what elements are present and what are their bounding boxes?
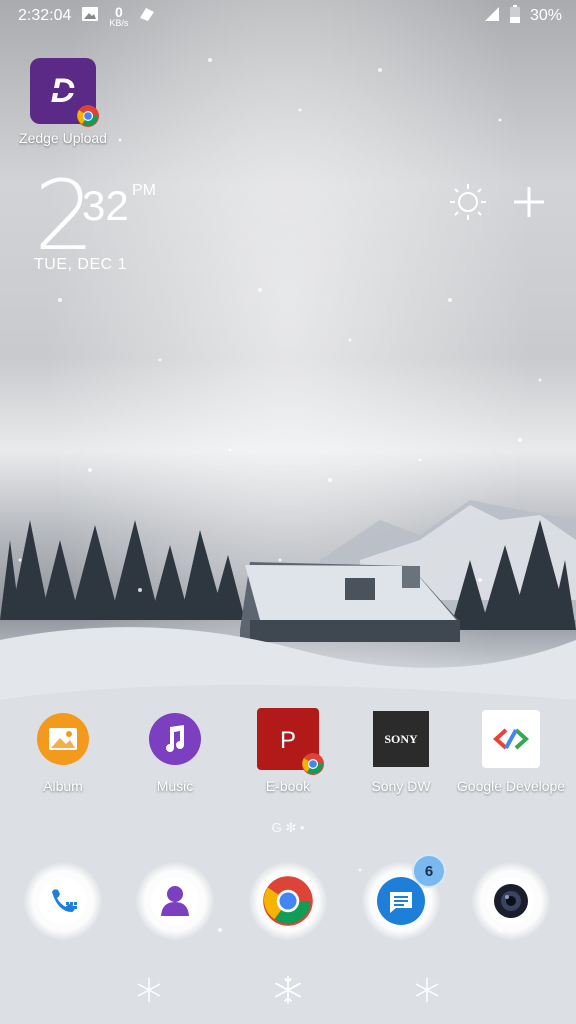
app-ebook[interactable]: P E-book — [233, 706, 343, 794]
battery-icon — [509, 4, 520, 28]
chrome-badge-icon — [77, 105, 99, 127]
clock-widget[interactable]: 2 32 PM TUE, DEC 1 — [34, 168, 156, 274]
app-zedge-upload[interactable]: D Zedge Upload — [8, 58, 118, 146]
dock-chrome[interactable] — [233, 862, 343, 940]
clock-date: TUE, DEC 1 — [34, 256, 128, 273]
chrome-badge-icon — [302, 753, 324, 775]
back-snowflake-icon[interactable] — [136, 977, 162, 1008]
zedge-icon: D — [30, 58, 99, 127]
clock-ampm: PM — [132, 182, 156, 199]
sony-icon: SONY — [368, 706, 434, 772]
music-icon — [142, 706, 208, 772]
sun-icon[interactable] — [448, 182, 488, 227]
dock-messages[interactable]: 6 — [346, 854, 456, 940]
dock-phone[interactable] — [8, 862, 118, 940]
plus-icon[interactable] — [512, 185, 546, 224]
network-speed: 0 KB/s — [109, 5, 128, 28]
network-speed-unit: KB/s — [109, 17, 129, 28]
recents-snowflake-icon[interactable] — [414, 977, 440, 1008]
ebook-icon: P — [255, 706, 324, 775]
home-snowflake-icon[interactable] — [273, 975, 303, 1010]
app-label: Zedge Upload — [19, 130, 107, 146]
google-developers-icon — [478, 706, 544, 772]
data-icon — [138, 6, 156, 27]
status-time: 2:32:04 — [18, 7, 72, 24]
page-indicator: G ✻ • — [271, 820, 305, 835]
app-label: E-book — [265, 778, 311, 794]
app-label: Sony DW — [371, 778, 431, 794]
navigation-bar — [0, 960, 576, 1024]
network-speed-value: 0 — [115, 3, 123, 20]
status-bar: 2:32:04 0 KB/s 30% — [0, 0, 576, 32]
signal-icon — [484, 6, 500, 27]
dock-contacts[interactable] — [120, 862, 230, 940]
camera-icon — [472, 862, 550, 940]
app-music[interactable]: Music — [120, 706, 230, 794]
battery-percent: 30% — [529, 7, 562, 24]
phone-icon — [24, 862, 102, 940]
dock-camera[interactable] — [456, 862, 566, 940]
messages-icon: 6 — [362, 854, 446, 940]
app-label: Music — [156, 778, 194, 794]
album-icon — [30, 706, 96, 772]
chrome-icon — [249, 862, 327, 940]
app-album[interactable]: Album — [8, 706, 118, 794]
contacts-icon — [136, 862, 214, 940]
svg-text:SONY: SONY — [384, 732, 418, 746]
app-google-developers[interactable]: Google Develope — [456, 706, 566, 794]
clock-minutes: 32 — [82, 182, 129, 229]
weather-widget[interactable] — [448, 182, 546, 227]
svg-text:P: P — [280, 727, 296, 754]
app-label: Album — [43, 778, 83, 794]
app-label: Google Develope — [456, 778, 566, 794]
unread-badge: 6 — [412, 854, 446, 888]
app-sony-dw[interactable]: SONY Sony DW — [346, 706, 456, 794]
image-icon — [81, 6, 99, 27]
